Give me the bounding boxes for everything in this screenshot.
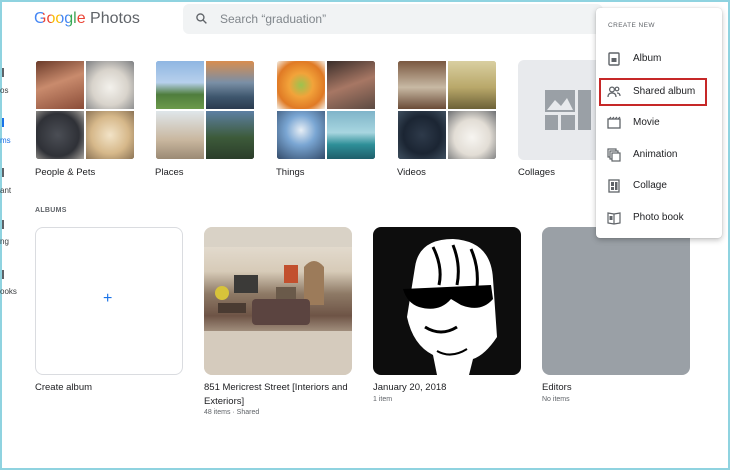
album-cover-january[interactable] [373, 227, 521, 375]
sidebar-item-photo-books[interactable]: ooks [0, 287, 17, 296]
sidebar-icon-albums[interactable] [2, 118, 4, 127]
logo-photos: Photos [90, 10, 140, 27]
menu-item-photo-book[interactable]: Photo book [596, 204, 722, 232]
collage-icon [608, 179, 620, 193]
photo-book-icon [607, 212, 621, 225]
menu-item-label: Animation [633, 149, 678, 160]
create-new-menu: CREATE NEW Album Shared album Movie Anim… [596, 8, 722, 238]
menu-item-label: Collage [633, 180, 667, 191]
sidebar-item-sharing[interactable]: ng [0, 237, 9, 246]
thumb-video-field [447, 60, 497, 110]
category-tile-places[interactable] [155, 60, 255, 160]
album-title[interactable]: Editors [542, 381, 572, 395]
movie-icon [607, 116, 621, 129]
room-illustration [204, 227, 352, 375]
menu-item-collage[interactable]: Collage [596, 172, 722, 200]
menu-item-animation[interactable]: Animation [596, 141, 722, 169]
thumb-dog-dark [35, 110, 85, 160]
thumb-food [276, 60, 326, 110]
thumb-person [35, 60, 85, 110]
category-label-videos: Videos [397, 167, 426, 178]
category-label-places: Places [155, 167, 184, 178]
thumb-video-dog [447, 110, 497, 160]
thumb-dog-street [155, 110, 205, 160]
menu-header: CREATE NEW [608, 22, 655, 29]
thumb-palm-trees [155, 60, 205, 110]
menu-item-label: Movie [633, 117, 660, 128]
thumb-iceberg [326, 110, 376, 160]
album-cover-editors[interactable] [542, 227, 690, 375]
shared-album-icon [607, 86, 621, 98]
category-tile-people-pets[interactable] [35, 60, 135, 160]
create-album-card[interactable]: + [35, 227, 183, 375]
album-meta: 48 items · Shared [204, 409, 260, 416]
portrait-illustration [403, 239, 497, 375]
sidebar-icon-photos[interactable] [2, 68, 4, 77]
album-icon [608, 52, 620, 66]
thumb-dog-white [85, 60, 135, 110]
menu-item-shared-album[interactable]: Shared album [599, 78, 707, 106]
thumb-video-dark [397, 110, 447, 160]
animation-icon [607, 148, 621, 162]
category-label-things: Things [276, 167, 305, 178]
thumb-video-room [397, 60, 447, 110]
sidebar-icon-assistant[interactable] [2, 168, 4, 177]
plus-icon: + [103, 290, 113, 307]
section-label-albums: ALBUMS [35, 207, 67, 214]
category-label-collages: Collages [518, 167, 555, 178]
thumb-sky-trees [276, 110, 326, 160]
menu-item-album[interactable]: Album [596, 45, 722, 73]
album-meta: No items [542, 396, 570, 403]
menu-item-label: Photo book [633, 212, 684, 223]
album-title[interactable]: Create album [35, 381, 92, 395]
search-input[interactable]: Search “graduation” [220, 12, 326, 26]
menu-item-label: Album [633, 53, 662, 64]
album-title[interactable]: January 20, 2018 [373, 381, 446, 395]
album-title[interactable]: 851 Mericrest Street [Interiors and Exte… [204, 381, 354, 409]
search-icon [196, 13, 207, 24]
thumb-trees [205, 110, 255, 160]
thumb-dog-tan [85, 110, 135, 160]
thumb-bridge [205, 60, 255, 110]
category-tile-things[interactable] [276, 60, 376, 160]
album-meta: 1 item [373, 396, 393, 403]
category-label-people-pets: People & Pets [35, 167, 96, 178]
google-photos-logo[interactable]: Google Photos [34, 10, 140, 28]
sidebar-icon-sharing[interactable] [2, 220, 4, 229]
thumb-selfie [326, 60, 376, 110]
sidebar-item-photos[interactable]: os [0, 86, 8, 95]
collage-placeholder-icon [545, 90, 591, 130]
category-tile-videos[interactable] [397, 60, 497, 160]
sidebar-icon-photo-books[interactable] [2, 270, 4, 279]
sidebar-item-albums[interactable]: ms [0, 136, 11, 145]
search-bar[interactable]: Search “graduation” [183, 4, 603, 34]
menu-item-movie[interactable]: Movie [596, 109, 722, 137]
logo-google: Google [34, 10, 86, 27]
menu-item-label: Shared album [633, 86, 696, 97]
sidebar-item-assistant[interactable]: ant [0, 186, 11, 195]
album-cover-mericrest[interactable] [204, 227, 352, 375]
